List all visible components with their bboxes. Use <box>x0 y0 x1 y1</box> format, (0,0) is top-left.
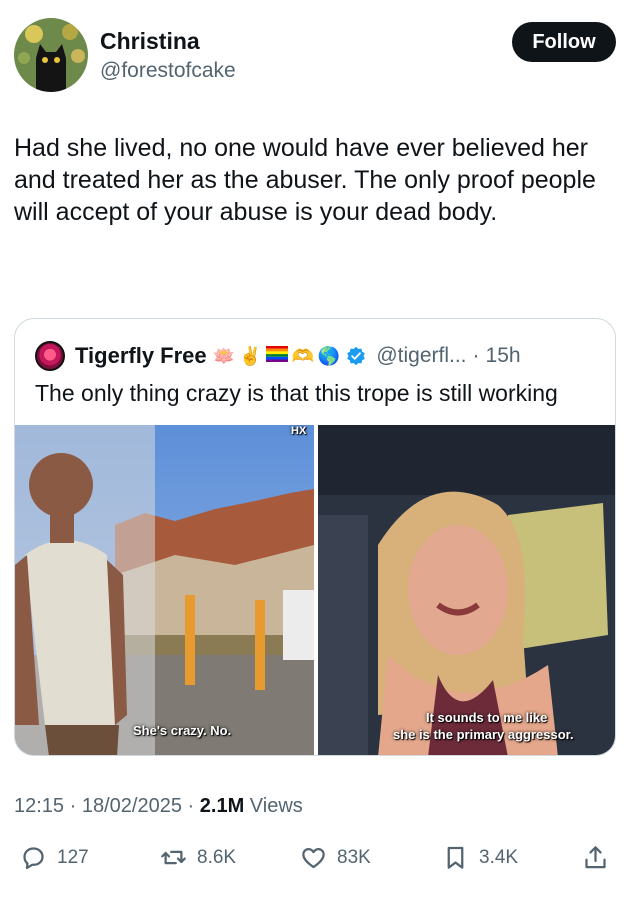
repost-button[interactable]: 8.6K <box>160 844 236 871</box>
quoted-header: Tigerfly Free 🪷 ✌️ 🫶 🌎 @tigerfl... · 15h <box>35 341 605 371</box>
quoted-timestamp[interactable]: 15h <box>486 344 521 368</box>
verified-badge-icon <box>347 346 366 366</box>
rainbow-flag-emoji <box>265 345 288 367</box>
repost-count: 8.6K <box>197 846 237 868</box>
like-button[interactable]: 83K <box>300 844 371 871</box>
share-icon <box>585 846 606 869</box>
tweet-text: Had she lived, no one would have ever be… <box>14 134 596 226</box>
repost-icon <box>161 850 186 865</box>
like-count: 83K <box>337 846 371 868</box>
quoted-author-handle[interactable]: @tigerfl... <box>376 344 466 368</box>
bookmark-count: 3.4K <box>479 846 519 868</box>
quoted-tweet[interactable]: Tigerfly Free 🪷 ✌️ 🫶 🌎 @tigerfl... · 15h… <box>14 318 616 756</box>
meta-separator: · <box>69 795 77 817</box>
quoted-author-name[interactable]: Tigerfly Free <box>75 343 207 369</box>
caption-left: She's crazy. No. <box>133 723 232 738</box>
watermark: HX <box>291 425 307 437</box>
heart-hands-emoji: 🫶 <box>291 345 314 366</box>
media-image-right[interactable]: It sounds to me like she is the primary … <box>318 425 615 755</box>
share-button[interactable] <box>582 844 609 871</box>
globe-emoji: 🌎 <box>317 345 341 366</box>
name-emojis: 🪷 ✌️ 🫶 🌎 <box>212 345 341 367</box>
author-avatar[interactable] <box>14 18 88 92</box>
meta-separator: · <box>187 795 195 817</box>
separator-dot: · <box>472 344 480 367</box>
reply-icon <box>23 847 44 870</box>
caption-right-line2: she is the primary aggressor. <box>393 727 574 742</box>
quoted-media[interactable]: She's crazy. No. HX It sounds to me like… <box>15 425 615 755</box>
view-count: 2.1M <box>199 795 245 817</box>
reply-button[interactable]: 127 <box>20 844 89 871</box>
quoted-avatar[interactable] <box>35 341 65 371</box>
bookmark-button[interactable]: 3.4K <box>442 844 518 871</box>
quoted-text: The only thing crazy is that this trope … <box>35 380 558 406</box>
tweet-header: Christina @forestofcake Follow <box>14 18 616 92</box>
heart-icon <box>302 847 325 869</box>
follow-button[interactable]: Follow <box>512 22 616 62</box>
author-name[interactable]: Christina <box>100 28 200 55</box>
tweet-date[interactable]: 18/02/2025 <box>82 795 182 817</box>
tweet-time[interactable]: 12:15 <box>14 795 64 817</box>
media-image-left[interactable]: She's crazy. No. HX <box>15 425 314 755</box>
tweet-meta: 12:15 · 18/02/2025 · 2.1M Views <box>14 795 303 818</box>
action-bar: 127 8.6K 83K 3.4K <box>14 840 616 880</box>
views-label: Views <box>249 795 303 817</box>
caption-right-line1: It sounds to me like <box>426 710 548 725</box>
author-handle[interactable]: @forestofcake <box>100 59 236 83</box>
reply-count: 127 <box>57 846 89 868</box>
lotus-emoji: 🪷 <box>212 345 236 366</box>
victory-hand-emoji: ✌️ <box>239 345 262 366</box>
bookmark-icon <box>447 846 464 869</box>
